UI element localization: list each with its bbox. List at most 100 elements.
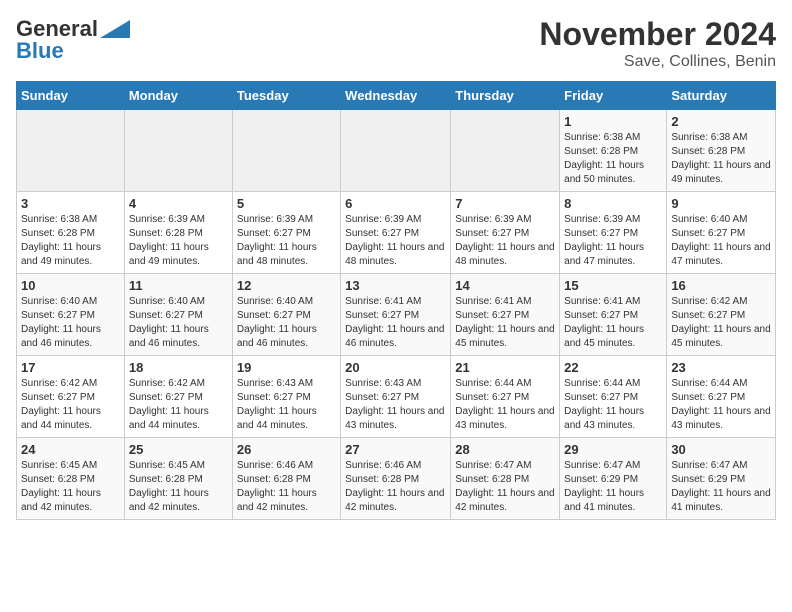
calendar-cell: 17 Sunrise: 6:42 AMSunset: 6:27 PMDayligh…: [17, 356, 125, 438]
day-info: Sunrise: 6:46 AMSunset: 6:28 PMDaylight:…: [345, 459, 446, 515]
day-number: 13: [345, 278, 446, 293]
day-number: 28: [455, 442, 555, 457]
day-info: Sunrise: 6:40 AMSunset: 6:27 PMDaylight:…: [129, 295, 228, 351]
day-number: 4: [129, 196, 228, 211]
day-info: Sunrise: 6:42 AMSunset: 6:27 PMDaylight:…: [21, 377, 120, 433]
day-number: 26: [237, 442, 336, 457]
day-info: Sunrise: 6:47 AMSunset: 6:29 PMDaylight:…: [564, 459, 662, 515]
weekday-header: Monday: [124, 82, 232, 110]
day-number: 30: [671, 442, 771, 457]
logo-blue: Blue: [16, 38, 64, 64]
day-info: Sunrise: 6:39 AMSunset: 6:28 PMDaylight:…: [129, 213, 228, 269]
weekday-header: Tuesday: [232, 82, 340, 110]
day-number: 24: [21, 442, 120, 457]
day-info: Sunrise: 6:41 AMSunset: 6:27 PMDaylight:…: [455, 295, 555, 351]
day-number: 27: [345, 442, 446, 457]
day-number: 6: [345, 196, 446, 211]
day-info: Sunrise: 6:44 AMSunset: 6:27 PMDaylight:…: [564, 377, 662, 433]
day-number: 8: [564, 196, 662, 211]
day-info: Sunrise: 6:43 AMSunset: 6:27 PMDaylight:…: [345, 377, 446, 433]
title-block: November 2024 Save, Collines, Benin: [539, 16, 776, 71]
calendar-cell: 24 Sunrise: 6:45 AMSunset: 6:28 PMDayligh…: [17, 438, 125, 520]
calendar-cell: 9Sunrise: 6:40 AMSunset: 6:27 PMDaylight…: [667, 192, 776, 274]
day-info: Sunrise: 6:41 AMSunset: 6:27 PMDaylight:…: [345, 295, 446, 351]
calendar-cell: 27 Sunrise: 6:46 AMSunset: 6:28 PMDayligh…: [341, 438, 451, 520]
day-number: 17: [21, 360, 120, 375]
day-info: Sunrise: 6:38 AMSunset: 6:28 PMDaylight:…: [564, 131, 662, 187]
calendar-cell: 4 Sunrise: 6:39 AMSunset: 6:28 PMDaylight…: [124, 192, 232, 274]
day-number: 14: [455, 278, 555, 293]
day-info: Sunrise: 6:44 AMSunset: 6:27 PMDaylight:…: [455, 377, 555, 433]
day-info: Sunrise: 6:40 AMSunset: 6:27 PMDaylight:…: [237, 295, 336, 351]
calendar-cell: 23 Sunrise: 6:44 AMSunset: 6:27 PMDayligh…: [667, 356, 776, 438]
calendar-cell: [232, 110, 340, 192]
calendar-cell: 6 Sunrise: 6:39 AMSunset: 6:27 PMDaylight…: [341, 192, 451, 274]
calendar-week-row: 3Sunrise: 6:38 AMSunset: 6:28 PMDaylight…: [17, 192, 776, 274]
day-number: 19: [237, 360, 336, 375]
calendar-body: 1 Sunrise: 6:38 AMSunset: 6:28 PMDaylight…: [17, 110, 776, 520]
weekday-header: Sunday: [17, 82, 125, 110]
day-number: 22: [564, 360, 662, 375]
day-info: Sunrise: 6:41 AMSunset: 6:27 PMDaylight:…: [564, 295, 662, 351]
day-info: Sunrise: 6:44 AMSunset: 6:27 PMDaylight:…: [671, 377, 771, 433]
calendar-cell: 12 Sunrise: 6:40 AMSunset: 6:27 PMDayligh…: [232, 274, 340, 356]
calendar-week-row: 1 Sunrise: 6:38 AMSunset: 6:28 PMDaylight…: [17, 110, 776, 192]
day-number: 12: [237, 278, 336, 293]
calendar-cell: 10Sunrise: 6:40 AMSunset: 6:27 PMDayligh…: [17, 274, 125, 356]
header-row: SundayMondayTuesdayWednesdayThursdayFrid…: [17, 82, 776, 110]
calendar-cell: 14 Sunrise: 6:41 AMSunset: 6:27 PMDayligh…: [451, 274, 560, 356]
calendar-cell: 28Sunrise: 6:47 AMSunset: 6:28 PMDayligh…: [451, 438, 560, 520]
day-number: 7: [455, 196, 555, 211]
day-number: 2: [671, 114, 771, 129]
day-number: 3: [21, 196, 120, 211]
calendar-week-row: 10Sunrise: 6:40 AMSunset: 6:27 PMDayligh…: [17, 274, 776, 356]
calendar-cell: 29 Sunrise: 6:47 AMSunset: 6:29 PMDayligh…: [560, 438, 667, 520]
day-number: 15: [564, 278, 662, 293]
day-number: 18: [129, 360, 228, 375]
logo: General Blue: [16, 16, 130, 64]
day-info: Sunrise: 6:39 AMSunset: 6:27 PMDaylight:…: [237, 213, 336, 269]
calendar-cell: [341, 110, 451, 192]
logo-icon: [100, 20, 130, 38]
calendar-cell: 30 Sunrise: 6:47 AMSunset: 6:29 PMDayligh…: [667, 438, 776, 520]
calendar-cell: 5 Sunrise: 6:39 AMSunset: 6:27 PMDaylight…: [232, 192, 340, 274]
day-number: 20: [345, 360, 446, 375]
day-number: 11: [129, 278, 228, 293]
weekday-header: Thursday: [451, 82, 560, 110]
weekday-header: Wednesday: [341, 82, 451, 110]
day-info: Sunrise: 6:39 AMSunset: 6:27 PMDaylight:…: [455, 213, 555, 269]
weekday-header: Saturday: [667, 82, 776, 110]
day-number: 29: [564, 442, 662, 457]
calendar-cell: 7 Sunrise: 6:39 AMSunset: 6:27 PMDaylight…: [451, 192, 560, 274]
calendar-week-row: 17 Sunrise: 6:42 AMSunset: 6:27 PMDayligh…: [17, 356, 776, 438]
calendar-cell: 8 Sunrise: 6:39 AMSunset: 6:27 PMDaylight…: [560, 192, 667, 274]
day-number: 23: [671, 360, 771, 375]
day-info: Sunrise: 6:38 AMSunset: 6:28 PMDaylight:…: [671, 131, 771, 187]
day-info: Sunrise: 6:45 AMSunset: 6:28 PMDaylight:…: [21, 459, 120, 515]
calendar-cell: 16Sunrise: 6:42 AMSunset: 6:27 PMDayligh…: [667, 274, 776, 356]
calendar-cell: 15 Sunrise: 6:41 AMSunset: 6:27 PMDayligh…: [560, 274, 667, 356]
weekday-header: Friday: [560, 82, 667, 110]
calendar-cell: 1 Sunrise: 6:38 AMSunset: 6:28 PMDaylight…: [560, 110, 667, 192]
day-number: 5: [237, 196, 336, 211]
calendar-cell: 19Sunrise: 6:43 AMSunset: 6:27 PMDayligh…: [232, 356, 340, 438]
day-info: Sunrise: 6:45 AMSunset: 6:28 PMDaylight:…: [129, 459, 228, 515]
calendar-cell: 18Sunrise: 6:42 AMSunset: 6:27 PMDayligh…: [124, 356, 232, 438]
day-info: Sunrise: 6:39 AMSunset: 6:27 PMDaylight:…: [564, 213, 662, 269]
calendar-cell: 3Sunrise: 6:38 AMSunset: 6:28 PMDaylight…: [17, 192, 125, 274]
calendar-cell: 26 Sunrise: 6:46 AMSunset: 6:28 PMDayligh…: [232, 438, 340, 520]
day-info: Sunrise: 6:46 AMSunset: 6:28 PMDaylight:…: [237, 459, 336, 515]
calendar-cell: 2 Sunrise: 6:38 AMSunset: 6:28 PMDaylight…: [667, 110, 776, 192]
day-info: Sunrise: 6:40 AMSunset: 6:27 PMDaylight:…: [21, 295, 120, 351]
calendar-cell: 13 Sunrise: 6:41 AMSunset: 6:27 PMDayligh…: [341, 274, 451, 356]
page-header: General Blue November 2024 Save, Colline…: [16, 16, 776, 71]
day-number: 21: [455, 360, 555, 375]
calendar-cell: 11 Sunrise: 6:40 AMSunset: 6:27 PMDayligh…: [124, 274, 232, 356]
day-info: Sunrise: 6:39 AMSunset: 6:27 PMDaylight:…: [345, 213, 446, 269]
day-number: 1: [564, 114, 662, 129]
calendar-cell: 21 Sunrise: 6:44 AMSunset: 6:27 PMDayligh…: [451, 356, 560, 438]
day-info: Sunrise: 6:47 AMSunset: 6:29 PMDaylight:…: [671, 459, 771, 515]
calendar-subtitle: Save, Collines, Benin: [539, 53, 776, 71]
calendar-week-row: 24 Sunrise: 6:45 AMSunset: 6:28 PMDayligh…: [17, 438, 776, 520]
calendar-table: SundayMondayTuesdayWednesdayThursdayFrid…: [16, 81, 776, 520]
